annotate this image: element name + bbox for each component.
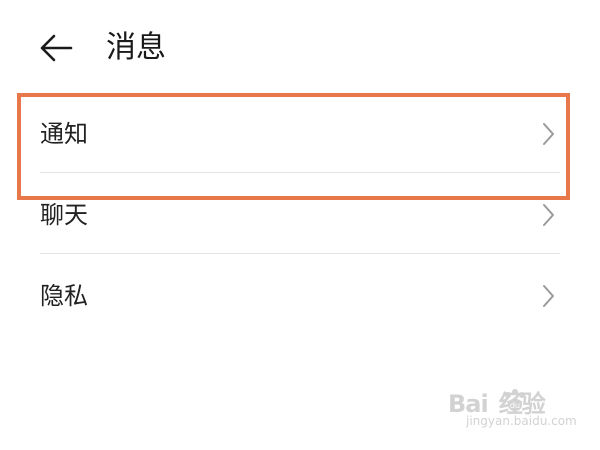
list-item-privacy[interactable]: 隐私 xyxy=(0,256,600,336)
page-title: 消息 xyxy=(106,30,166,65)
chevron-right-icon xyxy=(543,123,554,145)
list-item-label: 隐私 xyxy=(40,282,88,310)
watermark-url: jingyan.baidu.com xyxy=(466,414,577,428)
list-item-label: 聊天 xyxy=(40,201,88,229)
arrow-left-icon xyxy=(40,34,73,62)
paw-icon: du xyxy=(505,389,525,411)
chevron-right-icon xyxy=(543,285,554,307)
divider xyxy=(40,253,560,254)
chevron-right-icon xyxy=(543,204,554,226)
list-item-label: 通知 xyxy=(40,120,88,148)
list-item-notifications[interactable]: 通知 xyxy=(0,94,600,174)
svg-text:du: du xyxy=(510,401,520,410)
header-bar: 消息 xyxy=(0,0,600,90)
back-button[interactable] xyxy=(36,28,76,68)
baidu-jingyan-watermark: Bai_经验 du jingyan.baidu.com xyxy=(448,384,588,440)
list-item-chat[interactable]: 聊天 xyxy=(0,175,600,255)
divider xyxy=(40,172,560,173)
